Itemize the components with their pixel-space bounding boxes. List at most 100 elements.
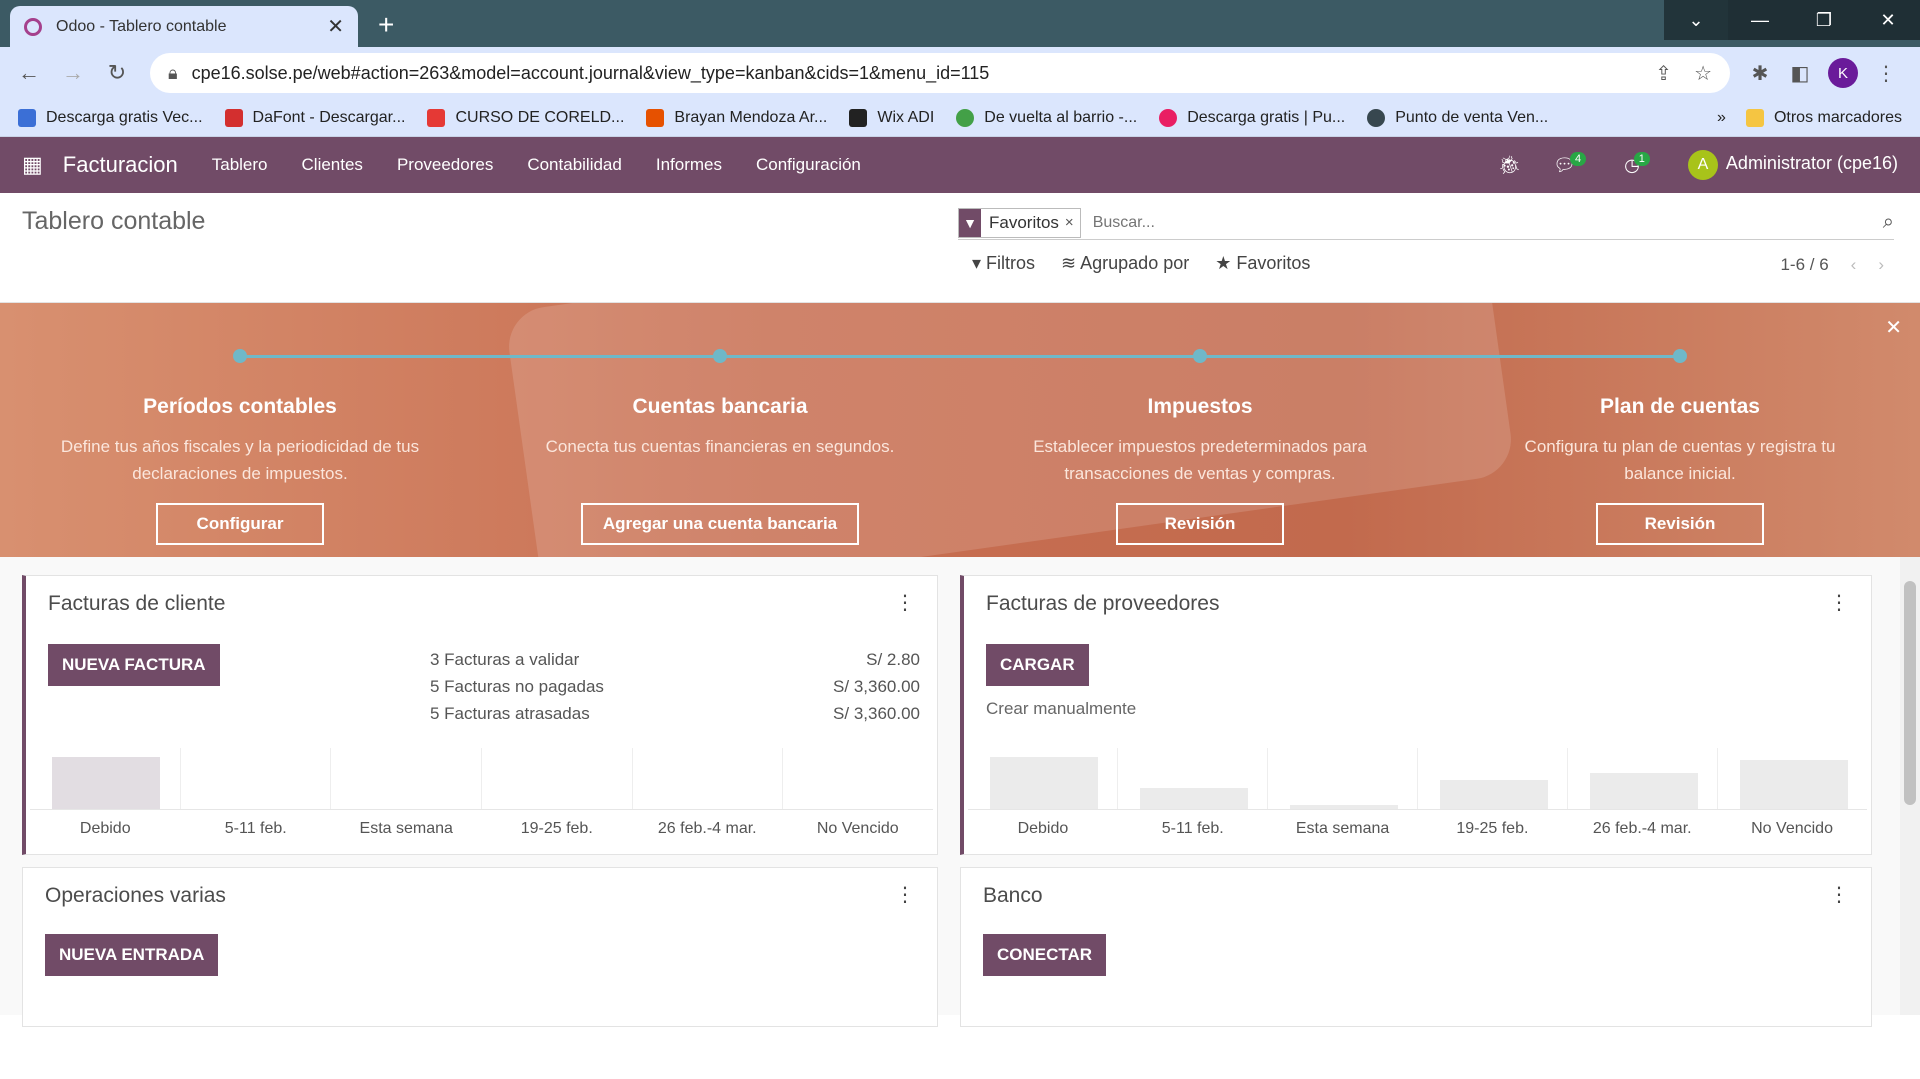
chart-column: [331, 748, 483, 809]
profile-avatar[interactable]: K: [1828, 58, 1858, 88]
browser-menu-icon[interactable]: ⋮: [1866, 61, 1906, 86]
card-menu-icon[interactable]: ⋮: [895, 882, 915, 907]
chart-bar[interactable]: [52, 757, 161, 809]
user-menu[interactable]: A Administrator (cpe16): [1687, 150, 1898, 180]
card-title[interactable]: Facturas de proveedores: [986, 592, 1219, 616]
menu-tablero[interactable]: Tablero: [212, 155, 268, 175]
stat-row[interactable]: 5 Facturas atrasadas S/ 3,360.00: [430, 700, 920, 727]
step-title: Plan de cuentas: [1600, 395, 1760, 418]
card-menu-icon[interactable]: ⋮: [1829, 882, 1849, 907]
vendor-bills-chart[interactable]: [968, 748, 1867, 810]
other-bookmarks[interactable]: Otros marcadores: [1745, 108, 1902, 127]
gitlab-icon: [646, 108, 665, 127]
page-scrollbar[interactable]: [1900, 557, 1920, 1015]
step-dot: [1673, 349, 1687, 363]
menu-proveedores[interactable]: Proveedores: [397, 155, 493, 175]
bookmark-item[interactable]: Wix ADI: [849, 108, 934, 127]
connect-button[interactable]: CONECTAR: [983, 934, 1107, 976]
app-name[interactable]: Facturacion: [63, 152, 178, 178]
chart-bar[interactable]: [1740, 760, 1848, 809]
control-panel: Tablero contable ▼ Favoritos × ⌕ ▾ Filtr…: [0, 193, 1920, 303]
menu-configuracion[interactable]: Configuración: [756, 155, 861, 175]
pager-value[interactable]: 1-6 / 6: [1780, 255, 1828, 275]
bookmark-star-icon[interactable]: ☆: [1694, 61, 1712, 86]
group-by-button[interactable]: ≋ Agrupado por: [1061, 253, 1189, 274]
review-chart-of-accounts-button[interactable]: Revisión: [1596, 503, 1764, 545]
create-manually-link[interactable]: Crear manualmente: [986, 699, 1136, 719]
youtube-icon: [427, 108, 446, 127]
card-title[interactable]: Operaciones varias: [45, 884, 226, 908]
bookmark-item[interactable]: Punto de venta Ven...: [1367, 108, 1548, 127]
apps-menu-icon[interactable]: ▦: [22, 152, 43, 178]
card-menu-icon[interactable]: ⋮: [1829, 590, 1849, 615]
activities-clock-icon[interactable]: ◷1: [1624, 151, 1656, 176]
reload-icon[interactable]: ↻: [102, 60, 132, 86]
review-taxes-button[interactable]: Revisión: [1116, 503, 1284, 545]
close-tab-icon[interactable]: ✕: [327, 14, 344, 39]
close-banner-icon[interactable]: ✕: [1885, 315, 1902, 340]
upload-button[interactable]: CARGAR: [986, 644, 1089, 686]
customer-invoices-chart[interactable]: [30, 748, 933, 810]
chart-category-label: No Vencido: [1751, 820, 1833, 837]
lock-icon[interactable]: 🔒︎: [168, 63, 178, 84]
add-bank-account-button[interactable]: Agregar una cuenta bancaria: [580, 503, 860, 545]
chart-bar[interactable]: [1590, 773, 1698, 809]
minimize-icon[interactable]: —: [1728, 0, 1792, 40]
forward-icon[interactable]: →: [58, 60, 88, 86]
pager-prev-icon[interactable]: ‹: [1851, 255, 1857, 275]
bookmark-item[interactable]: DaFont - Descargar...: [224, 108, 405, 127]
bookmark-item[interactable]: Descarga gratis Vec...: [18, 108, 203, 127]
chart-bar[interactable]: [1140, 788, 1248, 809]
configure-button[interactable]: Configurar: [156, 503, 324, 545]
menu-contabilidad[interactable]: Contabilidad: [527, 155, 622, 175]
filters-button[interactable]: ▾ Filtros: [972, 253, 1035, 274]
remove-facet-icon[interactable]: ×: [1065, 214, 1080, 231]
more-bookmarks-icon[interactable]: »: [1717, 109, 1726, 127]
bookmark-item[interactable]: Descarga gratis | Pu...: [1159, 108, 1345, 127]
browser-tab[interactable]: Odoo - Tablero contable ✕: [10, 6, 358, 47]
url-bar[interactable]: 🔒︎ cpe16.solse.pe/web#action=263&model=a…: [150, 53, 1730, 93]
back-icon[interactable]: ←: [14, 60, 44, 86]
menu-clientes[interactable]: Clientes: [302, 155, 363, 175]
vendor-chart-labels: Debido 5-11 feb. Esta semana 19-25 feb. 26 f…: [968, 820, 1867, 838]
bookmark-item[interactable]: CURSO DE CORELD...: [427, 108, 624, 127]
extensions-icon[interactable]: ✱: [1740, 61, 1780, 86]
search-icon[interactable]: ⌕: [1883, 211, 1894, 234]
share-icon[interactable]: ⇪: [1655, 61, 1672, 86]
scrollbar-thumb[interactable]: [1904, 581, 1916, 805]
url-text[interactable]: cpe16.solse.pe/web#action=263&model=acco…: [192, 63, 1634, 84]
search-facet[interactable]: ▼ Favoritos ×: [958, 207, 1081, 238]
chart-bar[interactable]: [990, 757, 1098, 809]
bookmark-favicon-icon: [1367, 108, 1386, 127]
search-options: ▾ Filtros ≋ Agrupado por ★ Favoritos: [972, 253, 1310, 274]
tab-search-icon[interactable]: ⌄: [1664, 0, 1728, 40]
chart-column: [1718, 748, 1867, 809]
messages-icon[interactable]: 💬︎4: [1553, 151, 1592, 176]
debug-bug-icon[interactable]: 🐞︎: [1498, 155, 1521, 176]
stat-row[interactable]: 5 Facturas no pagadas S/ 3,360.00: [430, 673, 920, 700]
step-description: Establecer impuestos predeterminados par…: [1033, 437, 1367, 483]
chart-bar[interactable]: [1440, 780, 1548, 809]
chart-category-label: Esta semana: [359, 820, 453, 837]
new-entry-button[interactable]: NUEVA ENTRADA: [45, 934, 219, 976]
pager-next-icon[interactable]: ›: [1878, 255, 1884, 275]
chart-column: [1118, 748, 1268, 809]
stat-row[interactable]: 3 Facturas a validar S/ 2.80: [430, 646, 920, 673]
menu-informes[interactable]: Informes: [656, 155, 722, 175]
chart-category-label: 26 feb.-4 mar.: [1592, 820, 1692, 837]
chart-column: [968, 748, 1118, 809]
card-title[interactable]: Facturas de cliente: [48, 592, 225, 616]
new-invoice-button[interactable]: NUEVA FACTURA: [48, 644, 220, 686]
card-menu-icon[interactable]: ⋮: [895, 590, 915, 615]
restore-icon[interactable]: ❐: [1792, 0, 1856, 40]
side-panel-icon[interactable]: ◧: [1780, 61, 1820, 86]
favorites-button[interactable]: ★ Favoritos: [1215, 253, 1310, 274]
bookmark-item[interactable]: De vuelta al barrio -...: [956, 108, 1137, 127]
new-tab-icon[interactable]: +: [378, 9, 394, 41]
close-window-icon[interactable]: ✕: [1856, 0, 1920, 40]
search-input[interactable]: [1092, 213, 1883, 232]
folder-icon: [1745, 108, 1764, 127]
chart-bar[interactable]: [1290, 805, 1398, 809]
card-title[interactable]: Banco: [983, 884, 1043, 908]
bookmark-item[interactable]: Brayan Mendoza Ar...: [646, 108, 827, 127]
